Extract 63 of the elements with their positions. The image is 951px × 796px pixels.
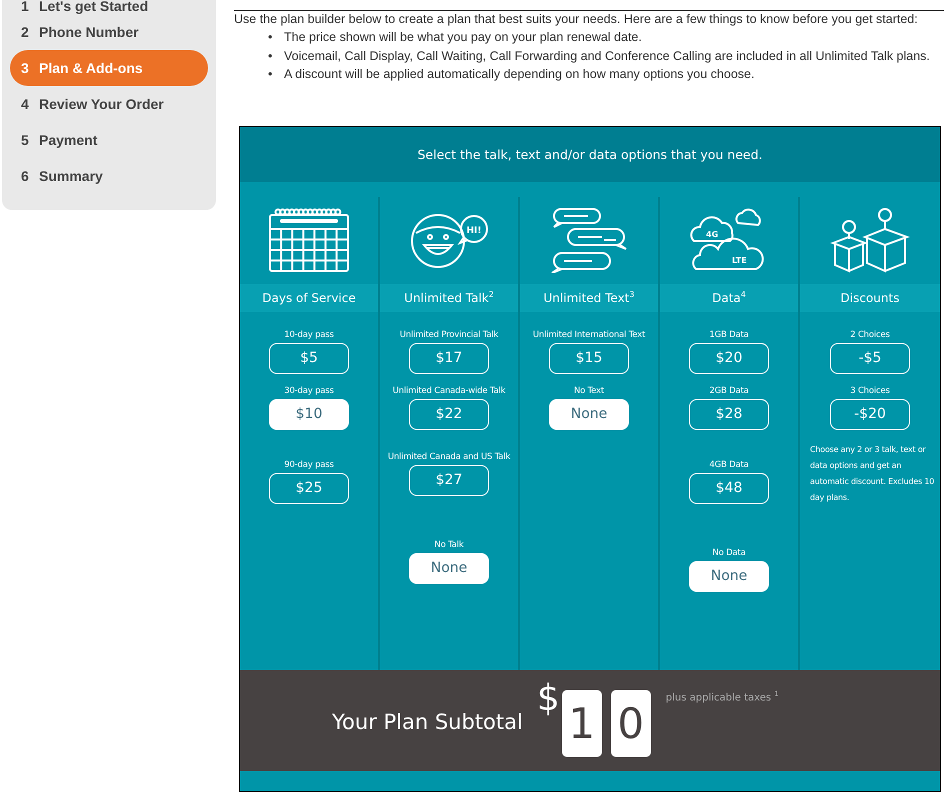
subtotal-digit: 1 xyxy=(562,690,602,756)
option-label: Unlimited Canada and US Talk xyxy=(388,452,510,462)
subtotal-digit: 0 xyxy=(610,690,651,756)
option-label: Unlimited International Text xyxy=(532,330,646,340)
speech-bubble-icon xyxy=(457,215,488,246)
price-button[interactable]: None xyxy=(409,552,489,584)
column-heading: Discounts xyxy=(800,284,940,312)
taxes-note: plus applicable taxes $^{1}$ xyxy=(666,690,779,703)
column-heading: Data$^{4}$ xyxy=(660,284,798,312)
option-label: No Talk xyxy=(434,540,464,550)
builder-title: Select the talk, text and/or data options that you need. xyxy=(417,146,763,162)
column-heading: Days of Service xyxy=(240,284,378,312)
bullet-text: The price shown will be what you pay on your plan renewal date. xyxy=(284,29,642,46)
discount-note: Choose any 2 or 3 talk, text or data options and get an automatic discount. Excludes 10 day plans. xyxy=(810,444,936,504)
option-label: 90-day pass xyxy=(284,460,334,470)
bullet-mark: • xyxy=(268,48,274,64)
bullet-text: Voicemail, Call Display, Call Waiting, Call Forwarding and Conference Calling are included in all Unlimited Talk plans. xyxy=(284,48,930,65)
step-item[interactable]: 2 Phone Number xyxy=(10,14,208,50)
step-item[interactable]: 3 Plan & Add-ons xyxy=(10,50,208,86)
price-button[interactable]: $17 xyxy=(408,342,489,374)
option-label: 4GB Data xyxy=(709,460,749,470)
option-label: 2 Choices xyxy=(850,330,890,340)
gift-boxes-icon xyxy=(829,207,911,273)
option-label: 10-day pass xyxy=(284,330,334,340)
step-item[interactable]: 5 Payment xyxy=(10,122,208,158)
option-label: 1GB Data xyxy=(709,330,749,340)
smiling-face-icon xyxy=(411,214,465,268)
column-heading: Unlimited Text$^{3}$ xyxy=(520,284,658,312)
price-button[interactable]: $15 xyxy=(549,342,629,374)
price-button[interactable]: $10 xyxy=(269,398,349,430)
price-button[interactable]: None xyxy=(689,560,769,592)
step-item[interactable]: 4 Review Your Order xyxy=(10,86,208,122)
bullet-mark: • xyxy=(268,66,274,83)
bullet-mark: • xyxy=(268,29,274,46)
option-label: Unlimited Canada-wide Talk xyxy=(392,386,506,396)
cloud-icon xyxy=(735,208,761,226)
cloud-label: 4G xyxy=(706,230,718,239)
option-label: 30-day pass xyxy=(284,386,334,396)
price-button[interactable]: $25 xyxy=(269,472,349,504)
price-button[interactable]: -$20 xyxy=(830,398,910,430)
currency-sign: $ xyxy=(536,678,560,718)
price-button[interactable]: -$5 xyxy=(830,342,910,374)
price-button[interactable]: $22 xyxy=(408,398,489,430)
price-button[interactable]: $48 xyxy=(689,472,769,504)
price-button[interactable]: $28 xyxy=(689,398,769,430)
price-button[interactable]: $27 xyxy=(409,464,489,496)
price-button[interactable]: None xyxy=(549,398,629,430)
column-heading: Unlimited Talk$^{2}$ xyxy=(380,284,518,312)
bullet-text: A discount will be applied automatically depending on how many options you choose. xyxy=(284,66,754,83)
option-label: No Text xyxy=(574,386,604,396)
step-item[interactable]: 1 Let's get Started xyxy=(10,0,208,14)
price-button[interactable]: $5 xyxy=(269,342,349,374)
option-label: No Data xyxy=(712,548,746,558)
step-item[interactable]: 6 Summary xyxy=(10,158,208,194)
option-label: 3 Choices xyxy=(850,386,890,396)
cloud-label: LTE xyxy=(732,256,747,265)
subtotal-label: Your Plan Subtotal xyxy=(332,710,523,734)
speech-text: HI! xyxy=(466,226,482,236)
option-label: 2GB Data xyxy=(709,386,749,396)
calendar-icon xyxy=(268,207,350,273)
intro-text: Use the plan builder below to create a plan that best suits your needs. Here are a few things to know before you get started: xyxy=(234,12,919,26)
price-button[interactable]: $20 xyxy=(689,342,769,374)
option-label: Unlimited Provincial Talk xyxy=(400,330,498,340)
